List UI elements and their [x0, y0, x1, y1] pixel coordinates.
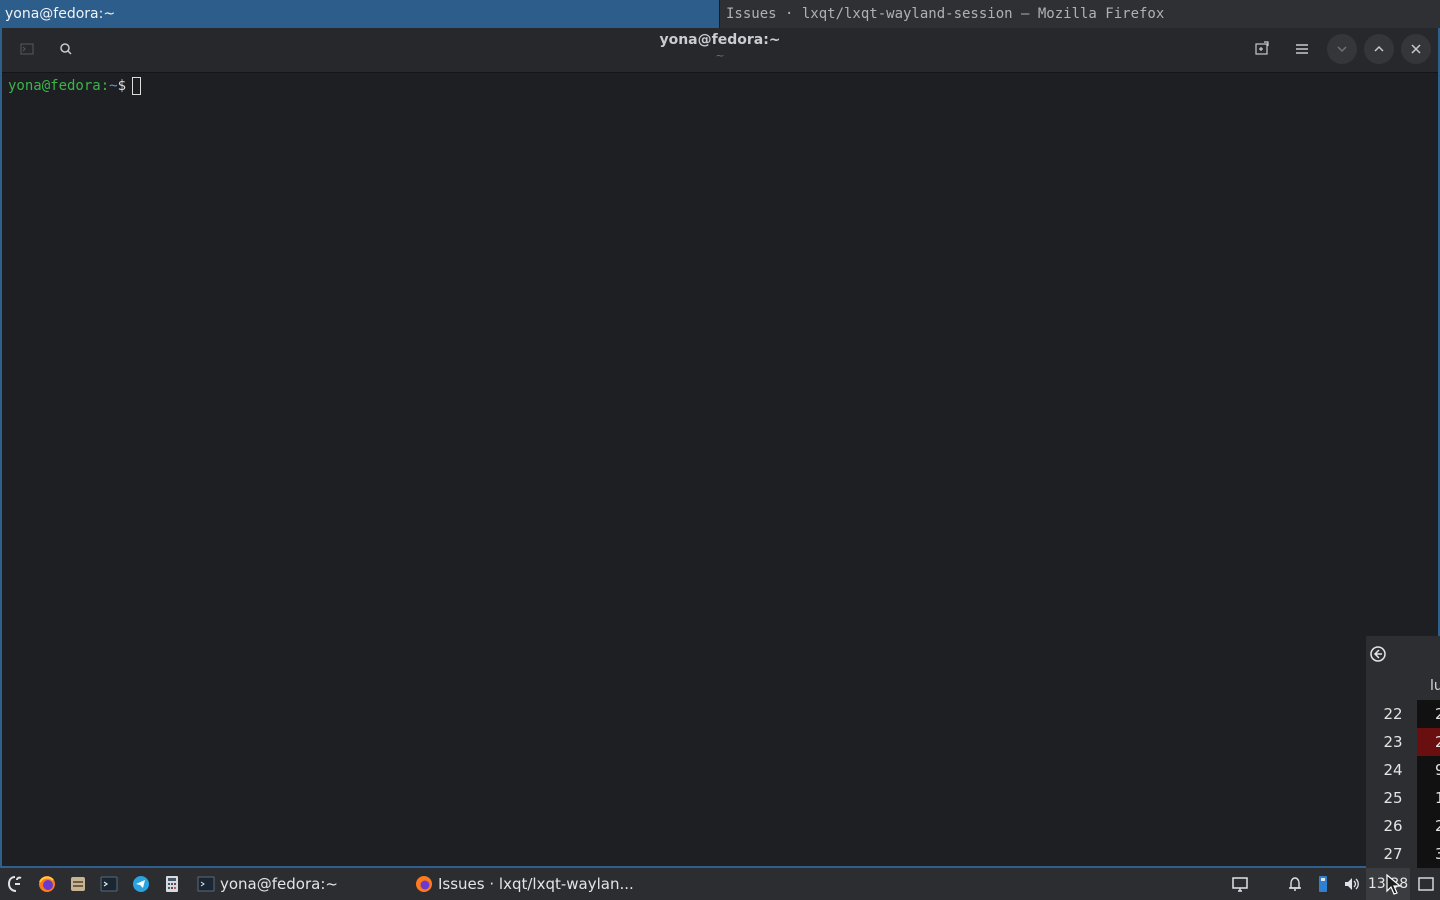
calculator-icon[interactable]	[160, 872, 184, 896]
week-number: 26	[1383, 817, 1403, 835]
display-icon[interactable]	[1228, 872, 1252, 896]
firefox-icon	[414, 874, 434, 894]
taskbar: yona@fedora:~ Issues · lxqt/lxqt-waylan.…	[0, 868, 1440, 900]
weekday-header: lu	[1430, 678, 1440, 694]
mouse-pointer-icon	[1386, 873, 1402, 900]
maximize-icon[interactable]	[1364, 34, 1394, 64]
terminal-subtitle: ~	[715, 49, 725, 62]
file-manager-icon[interactable]	[66, 872, 90, 896]
window-tab-terminal[interactable]: yona@fedora:~	[0, 0, 720, 28]
week-number: 22	[1383, 705, 1403, 723]
calendar-day[interactable]: 9	[1417, 756, 1440, 784]
new-tab-icon[interactable]	[1247, 34, 1277, 64]
removable-drive-icon[interactable]	[1311, 872, 1335, 896]
week-number: 24	[1383, 761, 1403, 779]
prompt-user-host: yona@fedora	[8, 78, 101, 94]
prompt-line: yona@fedora: ~ $	[8, 77, 1432, 95]
prompt-symbol: $	[117, 78, 127, 94]
calendar-day[interactable]: 2	[1417, 700, 1440, 728]
text-cursor	[132, 77, 142, 95]
calendar-day-today[interactable]: 2	[1417, 728, 1440, 756]
previous-month-icon[interactable]	[1368, 644, 1388, 664]
task-label: yona@fedora:~	[220, 875, 338, 893]
prompt-separator: :	[100, 78, 110, 94]
window-tab-bar: yona@fedora:~ Issues · lxqt/lxqt-wayland…	[0, 0, 1440, 28]
minimize-icon[interactable]	[1327, 34, 1357, 64]
firefox-icon[interactable]	[35, 872, 59, 896]
terminal-content[interactable]: yona@fedora: ~ $	[2, 73, 1438, 99]
window-tab-firefox[interactable]: Issues · lxqt/lxqt-wayland-session — Moz…	[720, 0, 1440, 28]
window-tab-label: yona@fedora:~	[5, 6, 116, 22]
terminal-icon	[196, 874, 216, 894]
notification-bell-icon[interactable]	[1283, 872, 1307, 896]
terminal-header: yona@fedora:~ ~	[2, 28, 1438, 73]
terminal-icon[interactable]	[97, 872, 121, 896]
week-number: 25	[1383, 789, 1403, 807]
close-icon[interactable]	[1401, 34, 1431, 64]
taskbar-task-firefox[interactable]: Issues · lxqt/lxqt-waylan...	[414, 868, 634, 900]
prompt-directory: ~	[109, 78, 118, 94]
week-numbers: 22 23 24 25 26 27	[1366, 700, 1418, 868]
window-tab-label: Issues · lxqt/lxqt-wayland-session — Moz…	[726, 6, 1165, 22]
week-number: 27	[1383, 845, 1403, 863]
taskbar-task-terminal[interactable]: yona@fedora:~	[196, 868, 338, 900]
hamburger-menu-icon[interactable]	[1287, 34, 1317, 64]
calendar-day-grid: 2 2 9 1 2 3	[1417, 700, 1440, 868]
calendar-popup: lu 22 23 24 25 26 27 2 2 9 1 2 3	[1366, 636, 1440, 868]
telegram-icon[interactable]	[129, 872, 153, 896]
task-label: Issues · lxqt/lxqt-waylan...	[438, 875, 634, 893]
week-number: 23	[1383, 733, 1403, 751]
calendar-day[interactable]: 1	[1417, 784, 1440, 812]
calendar-day[interactable]: 2	[1417, 812, 1440, 840]
volume-icon[interactable]	[1340, 872, 1364, 896]
terminal-title: yona@fedora:~	[659, 32, 781, 48]
show-desktop-icon[interactable]	[1414, 872, 1438, 896]
fedora-menu-icon[interactable]	[3, 872, 27, 896]
calendar-day[interactable]: 3	[1417, 840, 1440, 868]
terminal-window: yona@fedora:~ ~ yona@fedora: ~ $	[0, 28, 1440, 868]
